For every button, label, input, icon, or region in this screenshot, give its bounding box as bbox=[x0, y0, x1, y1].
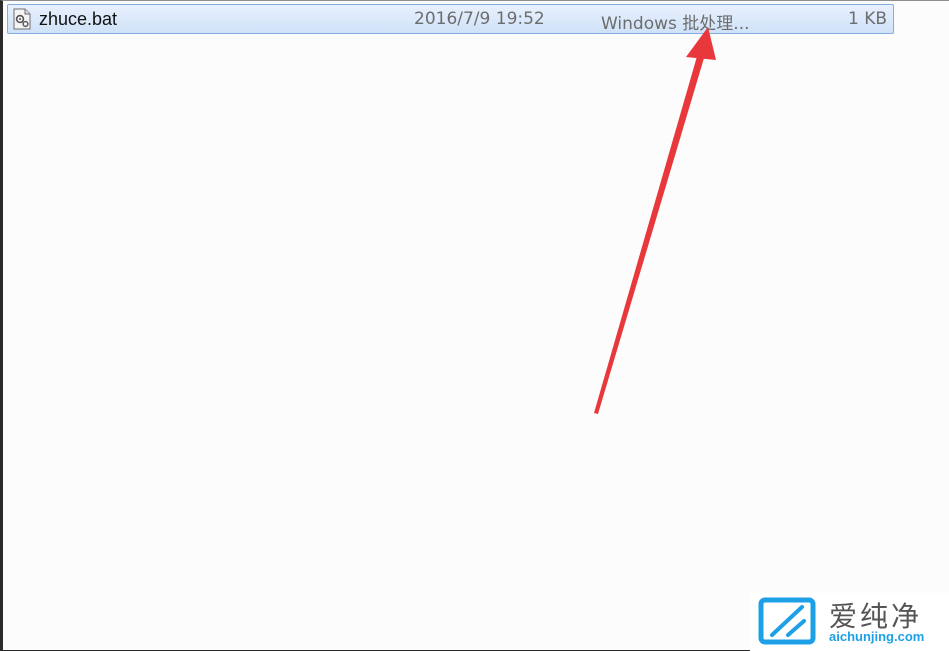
file-name: zhuce.bat bbox=[39, 9, 118, 29]
aichunjing-logo bbox=[758, 597, 816, 645]
file-row-zhuce-bat[interactable]: zhuce.bat 2016/7/9 19:52 Windows 批处理... … bbox=[7, 4, 894, 34]
batch-file-icon bbox=[13, 8, 31, 30]
watermark: 爱纯净 aichunjing.com bbox=[750, 593, 949, 651]
file-modified-date: 2016/7/9 19:52 bbox=[414, 9, 545, 29]
file-list-pane: zhuce.bat 2016/7/9 19:52 Windows 批处理... … bbox=[0, 0, 949, 651]
watermark-url: aichunjing.com bbox=[829, 629, 925, 644]
file-size: 1 KB bbox=[847, 9, 887, 29]
file-type: Windows 批处理... bbox=[601, 14, 750, 34]
